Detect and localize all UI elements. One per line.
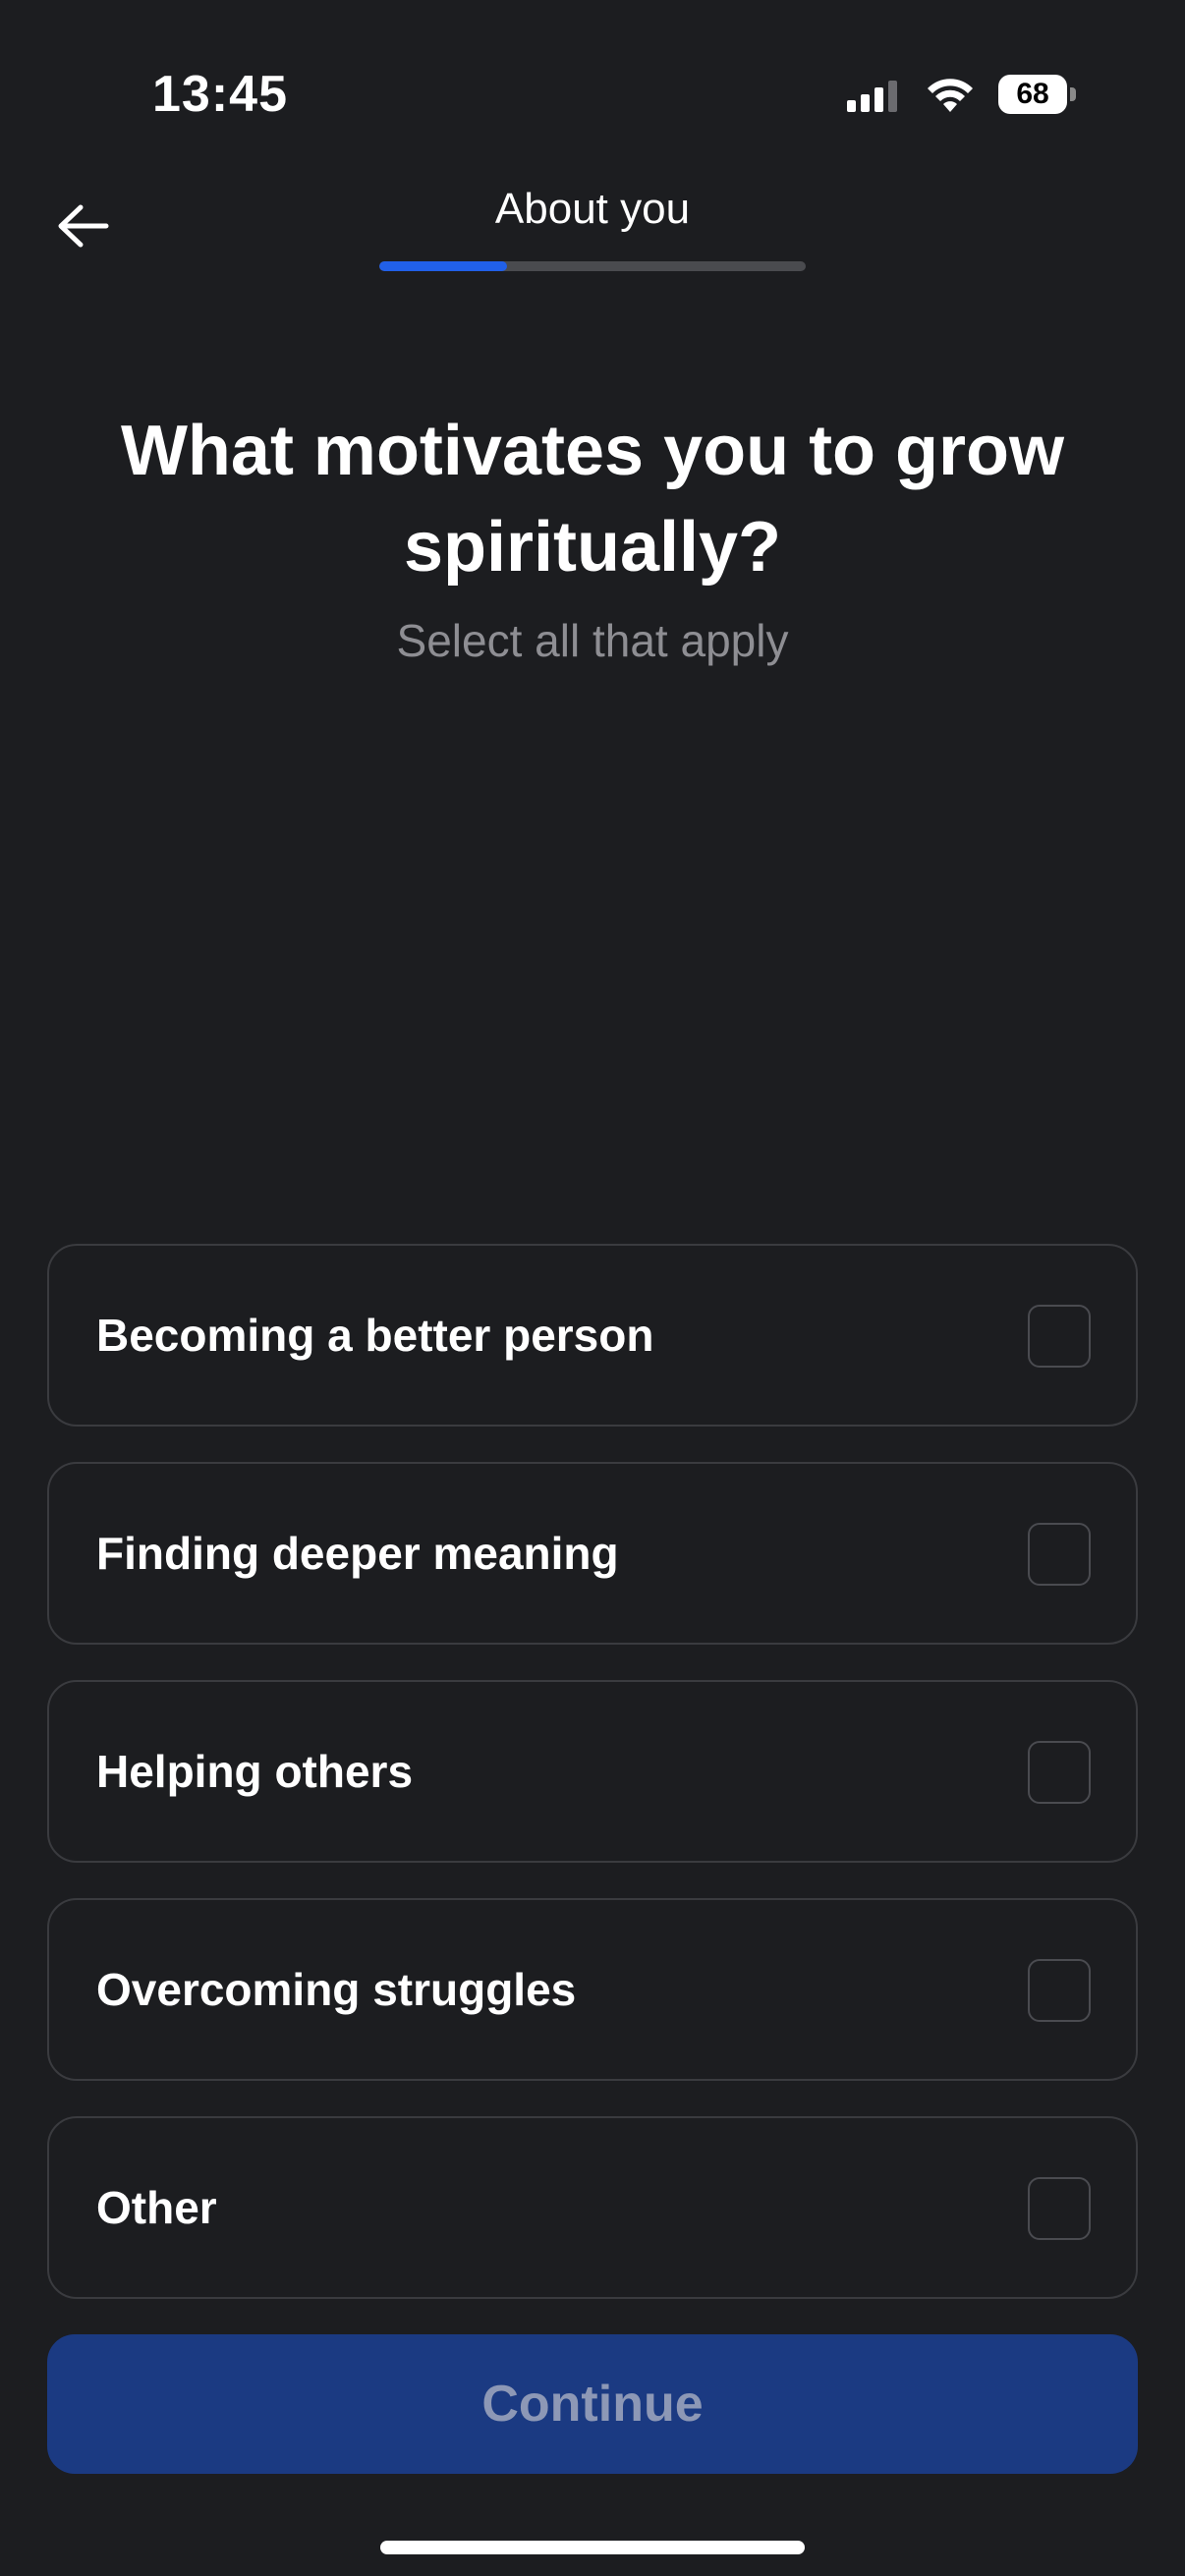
wifi-icon [928, 79, 973, 112]
checkbox[interactable] [1028, 1523, 1091, 1586]
progress-bar [379, 261, 806, 271]
option-helping-others[interactable]: Helping others [47, 1680, 1138, 1863]
status-time: 13:45 [152, 66, 288, 123]
option-finding-deeper-meaning[interactable]: Finding deeper meaning [47, 1462, 1138, 1645]
page-title: About you [494, 185, 691, 233]
checkbox[interactable] [1028, 1959, 1091, 2022]
status-bar: 13:45 68 [0, 0, 1185, 187]
option-label: Finding deeper meaning [96, 1528, 619, 1579]
question-subtitle: Select all that apply [396, 615, 789, 666]
continue-button[interactable]: Continue [47, 2334, 1138, 2474]
checkbox[interactable] [1028, 1741, 1091, 1804]
option-label: Becoming a better person [96, 1310, 654, 1361]
checkbox[interactable] [1028, 2177, 1091, 2240]
option-label: Other [96, 2182, 217, 2233]
home-indicator [380, 2541, 805, 2554]
option-overcoming-struggles[interactable]: Overcoming struggles [47, 1898, 1138, 2081]
question-title: What motivates you to grow spiritually? [120, 412, 1065, 587]
progress-fill [379, 261, 508, 271]
options-list: Becoming a better person Finding deeper … [47, 1244, 1138, 2334]
option-becoming-better-person[interactable]: Becoming a better person [47, 1244, 1138, 1427]
nav-bar: About you [0, 177, 1185, 285]
signal-icon [847, 81, 897, 112]
option-label: Helping others [96, 1746, 414, 1797]
battery-icon: 68 [998, 75, 1077, 116]
option-label: Overcoming struggles [96, 1964, 577, 2015]
option-other[interactable]: Other [47, 2116, 1138, 2299]
checkbox[interactable] [1028, 1305, 1091, 1368]
battery-level: 68 [1016, 78, 1049, 110]
